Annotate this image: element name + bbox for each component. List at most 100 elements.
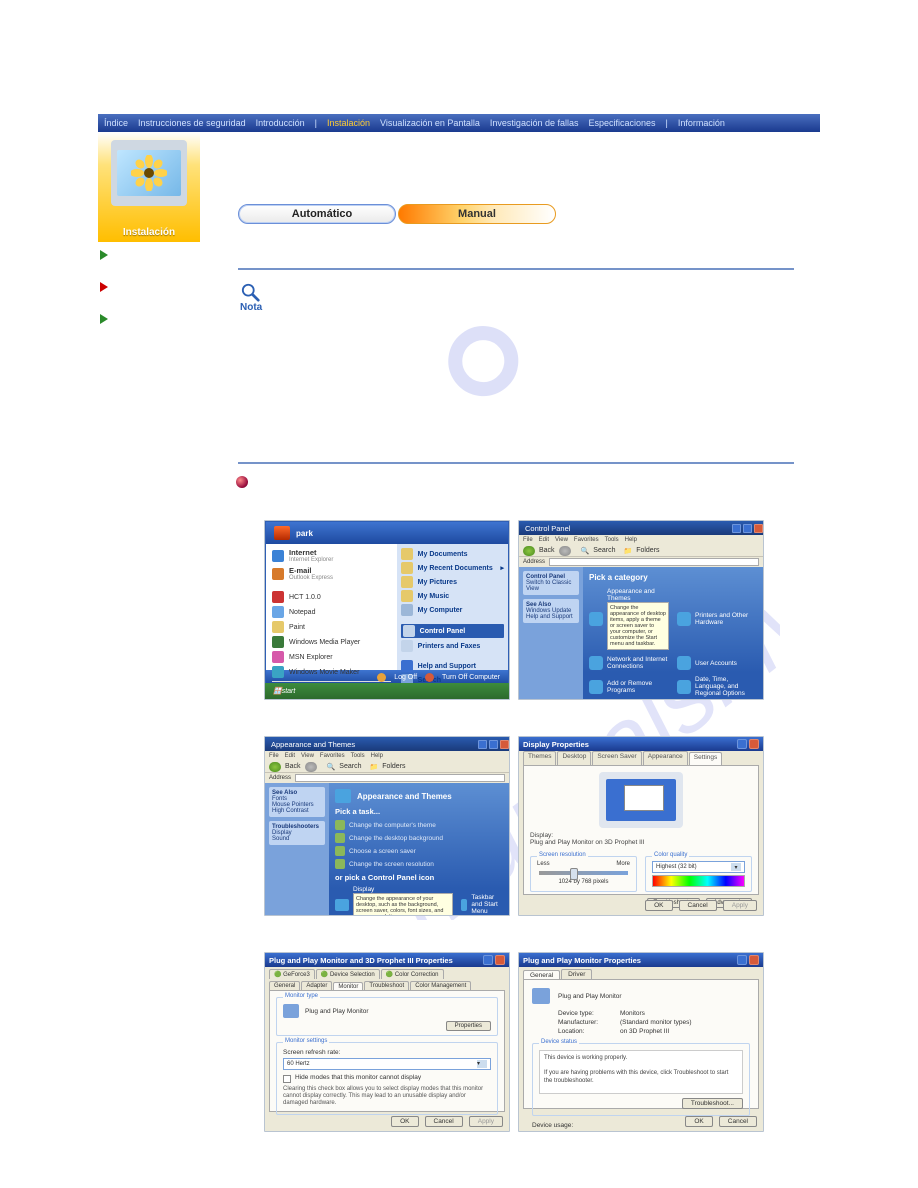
ok-button[interactable]: OK xyxy=(391,1116,418,1127)
taskbar[interactable]: 🪟 start xyxy=(265,683,509,699)
start-item-music[interactable]: My Music xyxy=(401,590,504,602)
tab-device-sel[interactable]: 🟢 Device Selection xyxy=(316,969,380,979)
toolbar[interactable]: Back🔍Search📁Folders xyxy=(265,761,509,773)
address-bar[interactable]: Address xyxy=(265,773,509,783)
nav-especificaciones[interactable]: Especificaciones xyxy=(588,118,655,128)
start-item-wmm[interactable]: Windows Movie Maker xyxy=(272,666,391,678)
side-box: See AlsoWindows UpdateHelp and Support xyxy=(523,599,579,623)
cat-region[interactable]: Date, Time, Language, and Regional Optio… xyxy=(677,676,757,697)
kv-mfg-val: (Standard monitor types) xyxy=(620,1019,750,1026)
start-item-notepad[interactable]: Notepad xyxy=(272,606,391,618)
start-item-mydocs[interactable]: My Documents xyxy=(401,548,504,560)
start-item-paint[interactable]: Paint xyxy=(272,621,391,633)
help-icon[interactable] xyxy=(483,955,493,965)
nav-introduccion[interactable]: Introducción xyxy=(256,118,305,128)
cat-printers[interactable]: Printers and Other Hardware xyxy=(677,588,757,650)
menubar[interactable]: FileEditViewFavoritesToolsHelp xyxy=(519,535,763,545)
cat-appearance[interactable]: Appearance and ThemesChange the appearan… xyxy=(589,588,669,650)
cat-addremove[interactable]: Add or Remove Programs xyxy=(589,676,669,697)
start-item-pictures[interactable]: My Pictures xyxy=(401,576,504,588)
window-controls[interactable] xyxy=(483,955,505,965)
back-icon[interactable] xyxy=(269,762,281,772)
resolution-value: 1024 by 768 pixels xyxy=(537,879,630,885)
menubar[interactable]: FileEditViewFavoritesToolsHelp xyxy=(265,751,509,761)
group-label: Device status xyxy=(539,1039,579,1045)
tab-manual[interactable]: Manual xyxy=(398,204,556,224)
turnoff-button[interactable]: Turn Off Computer xyxy=(442,674,500,681)
cancel-button[interactable]: Cancel xyxy=(719,1116,757,1127)
tab-themes[interactable]: Themes xyxy=(523,751,556,765)
start-item-msn[interactable]: MSN Explorer xyxy=(272,651,391,663)
task-background[interactable]: Change the desktop background xyxy=(335,833,503,843)
start-item-email[interactable]: E-mailOutlook Express xyxy=(272,566,391,581)
close-icon[interactable] xyxy=(749,955,759,965)
nav-instalacion[interactable]: Instalación xyxy=(327,118,370,128)
tab-geforce[interactable]: 🟢 GeForce3 xyxy=(269,969,315,979)
start-button[interactable]: start xyxy=(282,688,296,695)
forward-icon[interactable] xyxy=(559,546,571,556)
start-item-internet[interactable]: InternetInternet Explorer xyxy=(272,548,391,563)
tab-appearance[interactable]: Appearance xyxy=(643,751,688,765)
tab-color-corr[interactable]: 🟢 Color Correction xyxy=(381,969,444,979)
help-icon[interactable] xyxy=(737,955,747,965)
device-usage-select[interactable]: Use this device (enable)▾ xyxy=(532,1131,750,1132)
help-icon[interactable] xyxy=(737,739,747,749)
tab-general[interactable]: General xyxy=(269,981,300,990)
forward-icon[interactable] xyxy=(305,762,317,772)
task-screensaver[interactable]: Choose a screen saver xyxy=(335,846,503,856)
toolbar[interactable]: Back🔍Search📁Folders xyxy=(519,545,763,557)
refresh-rate-select[interactable]: 60 Hertz▾ xyxy=(283,1058,491,1070)
apply-button[interactable]: Apply xyxy=(723,900,757,911)
back-icon[interactable] xyxy=(523,546,535,556)
apply-button[interactable]: Apply xyxy=(469,1116,503,1127)
cat-users[interactable]: User Accounts xyxy=(677,656,757,670)
hide-modes-checkbox[interactable]: Hide modes that this monitor cannot disp… xyxy=(283,1074,491,1083)
window-controls[interactable] xyxy=(478,740,509,749)
link[interactable]: Help and Support xyxy=(526,614,573,620)
start-item-wmp[interactable]: Windows Media Player xyxy=(272,636,391,648)
start-item-recent[interactable]: My Recent Documents ▸ xyxy=(401,562,504,574)
window-controls[interactable] xyxy=(732,524,763,533)
nav-seguridad[interactable]: Instrucciones de seguridad xyxy=(138,118,246,128)
start-item-mycomputer[interactable]: My Computer xyxy=(401,604,504,616)
tab-adapter[interactable]: Adapter xyxy=(301,981,332,990)
close-icon[interactable] xyxy=(495,955,505,965)
dialog-title: Plug and Play Monitor and 3D Prophet III… xyxy=(269,956,453,965)
start-item-printers[interactable]: Printers and Faxes xyxy=(401,640,504,652)
tab-screensaver[interactable]: Screen Saver xyxy=(592,751,641,765)
start-item-hct[interactable]: HCT 1.0.0 xyxy=(272,591,391,603)
color-quality-select[interactable]: Highest (32 bit)▾ xyxy=(652,861,745,873)
window-controls[interactable] xyxy=(737,955,759,965)
cp-icon-display[interactable]: DisplayChange the appearance of your des… xyxy=(335,886,453,916)
group-label: Monitor settings xyxy=(283,1038,329,1044)
ok-button[interactable]: OK xyxy=(645,900,672,911)
cp-icon-taskbar[interactable]: Taskbar and Start Menu xyxy=(461,886,503,916)
start-item-controlpanel[interactable]: Control Panel xyxy=(401,624,504,638)
tab-color-mgmt[interactable]: Color Management xyxy=(410,981,471,990)
tab-desktop[interactable]: Desktop xyxy=(557,751,591,765)
cat-network[interactable]: Network and Internet Connections xyxy=(589,656,669,670)
nav-fallas[interactable]: Investigación de fallas xyxy=(490,118,579,128)
tab-settings[interactable]: Settings xyxy=(689,752,723,766)
cancel-button[interactable]: Cancel xyxy=(679,900,717,911)
logoff-button[interactable]: Log Off xyxy=(394,674,417,681)
tab-troubleshoot[interactable]: Troubleshoot xyxy=(364,981,409,990)
troubleshoot-button[interactable]: Troubleshoot... xyxy=(682,1098,743,1109)
start-item-help[interactable]: Help and Support xyxy=(401,660,504,672)
resolution-slider[interactable] xyxy=(539,871,628,875)
tab-automatico[interactable]: Automático xyxy=(238,204,396,224)
address-bar[interactable]: Address xyxy=(519,557,763,567)
nav-informacion[interactable]: Información xyxy=(678,118,725,128)
kv-type-val: Monitors xyxy=(620,1010,750,1017)
tab-driver[interactable]: Driver xyxy=(561,969,592,979)
task-theme[interactable]: Change the computer's theme xyxy=(335,820,503,830)
nav-indice[interactable]: Índice xyxy=(104,118,128,128)
nav-pantalla[interactable]: Visualización en Pantalla xyxy=(380,118,480,128)
ok-button[interactable]: OK xyxy=(685,1116,712,1127)
close-icon[interactable] xyxy=(749,739,759,749)
cancel-button[interactable]: Cancel xyxy=(425,1116,463,1127)
task-resolution[interactable]: Change the screen resolution xyxy=(335,859,503,869)
classic-view-link[interactable]: Switch to Classic View xyxy=(526,580,571,592)
properties-button[interactable]: Properties xyxy=(446,1021,491,1031)
window-controls[interactable] xyxy=(737,739,759,749)
